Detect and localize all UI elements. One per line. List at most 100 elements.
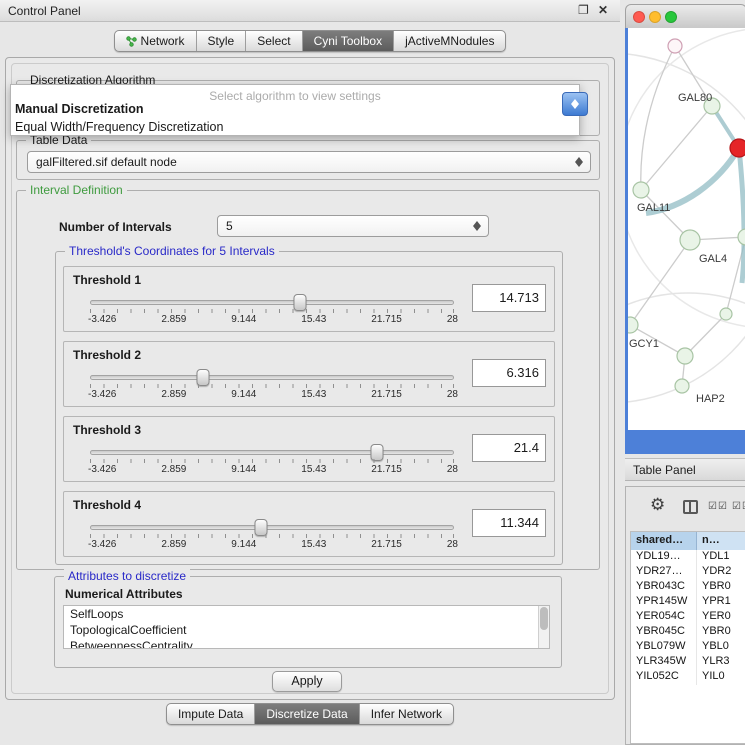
number-of-intervals-combobox[interactable]: 5 [217, 215, 489, 237]
cell[interactable]: YDR27… [631, 565, 697, 580]
tab-impute-data[interactable]: Impute Data [167, 704, 254, 724]
tab-cyni-toolbox[interactable]: Cyni Toolbox [302, 31, 393, 51]
table-row[interactable]: YIL052CYIL0 [631, 670, 745, 685]
threshold-3-label: Threshold 3 [73, 423, 141, 437]
algorithm-combobox-button[interactable] [562, 92, 588, 116]
float-window-icon[interactable]: ❐ [578, 3, 589, 17]
scale-tick-label: -3.426 [88, 389, 116, 400]
apply-button[interactable]: Apply [272, 671, 342, 692]
select-rows-icon[interactable]: ☑☑ [732, 501, 745, 512]
scale-tick-label: 9.144 [231, 539, 256, 550]
number-of-intervals-value: 5 [226, 219, 233, 233]
minimize-traffic-light-icon[interactable] [649, 11, 661, 23]
threshold-1-value-field[interactable]: 14.713 [472, 284, 546, 312]
tab-select[interactable]: Select [245, 31, 301, 51]
node-hap2[interactable] [675, 379, 689, 393]
cell[interactable]: YIL052C [631, 670, 697, 685]
table-row[interactable]: YDR27…YDR2 [631, 565, 745, 580]
threshold-4-slider[interactable] [90, 525, 454, 530]
node[interactable] [738, 229, 745, 245]
scale-tick-label: 9.144 [231, 314, 256, 325]
interval-definition-group: Interval Definition Number of Intervals … [16, 190, 600, 570]
cell[interactable]: YBL0 [697, 640, 745, 655]
table-row[interactable]: YBL079WYBL0 [631, 640, 745, 655]
cell[interactable]: YER0 [697, 610, 745, 625]
node-gal11[interactable] [633, 182, 649, 198]
table-panel-window: ⚙ ☑☑ ☑☑ shared… n… YDL19…YDL1 YDR27…YDR2… [625, 486, 745, 745]
screen: Control Panel ❐ ✕ Network Style Select C… [0, 0, 745, 745]
tab-discretize-data[interactable]: Discretize Data [254, 704, 358, 724]
cell[interactable]: YBR045C [631, 625, 697, 640]
node[interactable] [668, 39, 682, 53]
table-data-combobox[interactable]: galFiltered.sif default node [27, 151, 591, 173]
tab-infer-network[interactable]: Infer Network [359, 704, 453, 724]
columns-icon[interactable] [683, 500, 698, 514]
scale-tick-label: -3.426 [88, 464, 116, 475]
tab-style[interactable]: Style [196, 31, 246, 51]
list-scrollbar[interactable] [538, 606, 549, 648]
cell[interactable]: YDL19… [631, 550, 697, 565]
cell[interactable]: YBR0 [697, 580, 745, 595]
list-item[interactable]: BetweennessCentrality [64, 638, 549, 649]
node-label: GAL4 [699, 253, 727, 265]
scale-tick-label: 9.144 [231, 389, 256, 400]
cell[interactable]: YBR043C [631, 580, 697, 595]
table-row[interactable]: YLR345WYLR3 [631, 655, 745, 670]
column-header-name[interactable]: n… [697, 532, 745, 550]
scale-tick-label: 15.43 [301, 464, 326, 475]
cell[interactable]: YPR1 [697, 595, 745, 610]
threshold-3-value-field[interactable]: 21.4 [472, 434, 546, 462]
table-panel-bar: Table Panel [625, 458, 745, 481]
slider-ticks [90, 384, 454, 388]
algorithm-option-equal-width[interactable]: Equal Width/Frequency Discretization [15, 120, 223, 134]
network-graph: GAL80 GAL11 GAL4 GCY1 HAP2 [628, 28, 745, 430]
node-attribute-table: shared… n… YDL19…YDL1 YDR27…YDR2 YBR043C… [630, 531, 745, 744]
cell[interactable]: YPR145W [631, 595, 697, 610]
cell[interactable]: YDR2 [697, 565, 745, 580]
zoom-traffic-light-icon[interactable] [665, 11, 677, 23]
network-canvas[interactable]: GAL80 GAL11 GAL4 GCY1 HAP2 [628, 28, 745, 430]
cell[interactable]: YIL0 [697, 670, 745, 685]
threshold-2-slider[interactable] [90, 375, 454, 380]
threshold-3-slider[interactable] [90, 450, 454, 455]
table-row[interactable]: YDL19…YDL1 [631, 550, 745, 565]
cell[interactable]: YBL079W [631, 640, 697, 655]
cell[interactable]: YLR3 [697, 655, 745, 670]
table-row[interactable]: YPR145WYPR1 [631, 595, 745, 610]
threshold-4-value-field[interactable]: 11.344 [472, 509, 546, 537]
scale-tick-label: -3.426 [88, 539, 116, 550]
tab-network[interactable]: Network [115, 31, 196, 51]
threshold-1-slider[interactable] [90, 300, 454, 305]
node-gal4[interactable] [680, 230, 700, 250]
select-columns-icon[interactable]: ☑☑ [708, 501, 728, 512]
column-header-shared-name[interactable]: shared… [631, 532, 697, 550]
cell[interactable]: YBR0 [697, 625, 745, 640]
gear-icon[interactable]: ⚙ [650, 495, 665, 515]
threshold-2-value-field[interactable]: 6.316 [472, 359, 546, 387]
cell[interactable]: YLR345W [631, 655, 697, 670]
algorithm-option-manual[interactable]: Manual Discretization [15, 102, 144, 116]
table-row[interactable]: YBR045CYBR0 [631, 625, 745, 640]
table-row[interactable]: YBR043CYBR0 [631, 580, 745, 595]
close-icon[interactable]: ✕ [598, 3, 608, 17]
tab-jactivemnodules-label: jActiveMNodules [405, 34, 494, 48]
close-traffic-light-icon[interactable] [633, 11, 645, 23]
list-item[interactable]: TopologicalCoefficient [64, 622, 549, 638]
scrollbar-thumb[interactable] [540, 607, 548, 630]
scale-tick-label: -3.426 [88, 314, 116, 325]
tab-jactivemnodules[interactable]: jActiveMNodules [393, 31, 505, 51]
node-gcy1[interactable] [628, 317, 638, 333]
network-view-window: GAL80 GAL11 GAL4 GCY1 HAP2 [625, 4, 745, 454]
node[interactable] [677, 348, 693, 364]
cell[interactable]: YDL1 [697, 550, 745, 565]
top-tab-bar: Network Style Select Cyni Toolbox jActiv… [0, 30, 620, 52]
table-row[interactable]: YER054CYER0 [631, 610, 745, 625]
node[interactable] [720, 308, 732, 320]
list-item[interactable]: SelfLoops [64, 606, 549, 622]
network-window-titlebar[interactable] [625, 4, 745, 28]
threshold-1-box: Threshold 1 -3.426 2.859 9.144 15.43 21.… [63, 266, 555, 332]
threshold-2-box: Threshold 2 -3.426 2.859 9.144 15.43 21.… [63, 341, 555, 407]
tab-discretize-data-label: Discretize Data [266, 707, 347, 721]
selected-node[interactable] [730, 139, 745, 157]
cell[interactable]: YER054C [631, 610, 697, 625]
